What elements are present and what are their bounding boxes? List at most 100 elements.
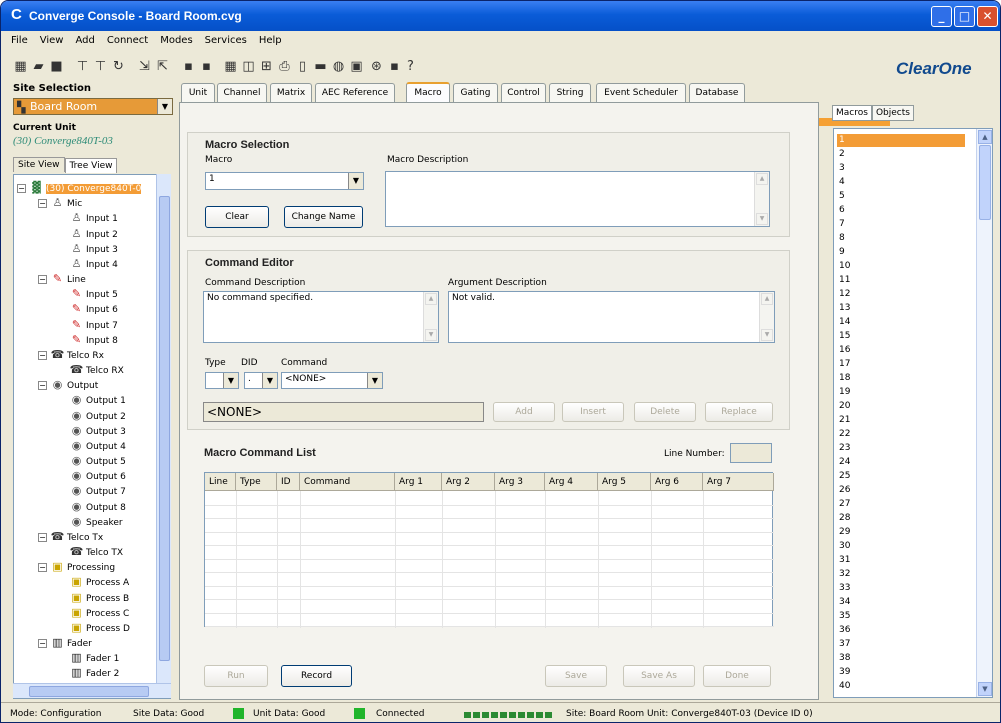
run-button[interactable]: Run (204, 665, 268, 687)
command-description-scrollbar[interactable]: ▲ ▼ (423, 292, 438, 342)
chevron-down-icon[interactable]: ▼ (348, 173, 363, 189)
collapse-icon[interactable]: − (17, 184, 26, 193)
filter-icon[interactable]: ⊤ (93, 59, 108, 74)
save-as-button[interactable]: Save As (623, 665, 695, 687)
tree-node[interactable]: ◉ Output 6 (69, 470, 126, 483)
tree-node[interactable]: − ☎ Telco Rx (38, 348, 104, 362)
tree-node[interactable]: − ▥ Fader (38, 637, 92, 650)
delete-button[interactable]: Delete (634, 402, 696, 422)
macro-list-item[interactable]: 6 (837, 204, 965, 217)
save-button[interactable]: Save (545, 665, 607, 687)
menu-connect[interactable]: Connect (107, 35, 148, 46)
column-header[interactable]: Arg 3 (495, 473, 545, 491)
scroll-down-icon[interactable]: ▼ (978, 682, 992, 696)
chevron-down-icon[interactable]: ▼ (262, 373, 277, 388)
column-header[interactable]: Arg 2 (442, 473, 495, 491)
tab-macro[interactable]: Macro (406, 82, 450, 103)
tab-objects[interactable]: Objects (871, 105, 914, 121)
tree-vertical-scrollbar[interactable] (156, 174, 171, 684)
grid-icon[interactable]: ▦ (13, 59, 28, 74)
command-select[interactable]: <NONE> ▼ (281, 372, 383, 389)
tab-string[interactable]: String (549, 83, 591, 102)
macro-list-item[interactable]: 31 (837, 554, 965, 567)
filter-icon[interactable]: ⊤ (75, 59, 90, 74)
macro-list-item[interactable]: 24 (837, 456, 965, 469)
matrix-icon[interactable]: ▦ (223, 59, 238, 74)
tree-node[interactable]: ♙ Input 2 (69, 227, 118, 241)
menu-help[interactable]: Help (259, 35, 282, 46)
display-icon[interactable]: ▣ (349, 59, 364, 74)
column-header[interactable]: Arg 1 (395, 473, 442, 491)
tree-node[interactable]: ◉ Output 7 (69, 485, 126, 498)
tab-event-scheduler[interactable]: Event Scheduler (596, 83, 686, 102)
macro-list-item[interactable]: 32 (837, 568, 965, 581)
tree-horizontal-scrollbar[interactable] (13, 683, 171, 698)
tab-unit[interactable]: Unit (181, 83, 215, 102)
tree-node[interactable]: ◉ Output 3 (69, 424, 126, 438)
macro-select[interactable]: 1 ▼ (205, 172, 364, 190)
tree-node[interactable]: ♙ Input 3 (69, 242, 118, 256)
macro-list-item[interactable]: 16 (837, 344, 965, 357)
record-button[interactable]: Record (281, 665, 352, 687)
column-header[interactable]: ID (277, 473, 300, 491)
tree-node[interactable]: − ♙ Mic (38, 197, 82, 210)
status-icon[interactable]: ▪ (387, 59, 402, 74)
chevron-down-icon[interactable]: ▼ (367, 373, 382, 388)
macro-list-item[interactable]: 18 (837, 372, 965, 385)
command-description-field[interactable]: No command specified. ▲ ▼ (203, 291, 439, 343)
macro-list-item[interactable]: 28 (837, 512, 965, 525)
macro-list-item[interactable]: 3 (837, 162, 965, 175)
tree-node[interactable]: ♙ Input 1 (69, 212, 118, 225)
macro-list-item[interactable]: 33 (837, 582, 965, 595)
tab-aec-reference[interactable]: AEC Reference (315, 83, 395, 102)
tree-node[interactable]: ▣ Process A (69, 576, 129, 589)
line-number-field[interactable] (730, 443, 772, 463)
tree-node[interactable]: ◉ Output 4 (69, 439, 126, 453)
import-icon[interactable]: ⇱ (155, 59, 170, 74)
macro-list-item[interactable]: 8 (837, 232, 965, 245)
collapse-icon[interactable]: − (38, 381, 47, 391)
refresh-icon[interactable]: ↻ (111, 59, 126, 74)
macro-list-item[interactable]: 40 (837, 680, 965, 693)
collapse-icon[interactable]: − (38, 199, 47, 209)
tab-matrix[interactable]: Matrix (270, 83, 312, 102)
macro-list-item[interactable]: 23 (837, 442, 965, 455)
minimize-button[interactable]: _ (931, 6, 952, 27)
tree-node[interactable]: ◉ Output 5 (69, 455, 126, 468)
book-icon[interactable]: ◫ (241, 59, 256, 74)
macro-list-item[interactable]: 37 (837, 638, 965, 651)
tab-gating[interactable]: Gating (453, 83, 498, 102)
collapse-icon[interactable]: − (38, 563, 47, 573)
tab-database[interactable]: Database (689, 83, 745, 102)
macro-list-item[interactable]: 36 (837, 624, 965, 637)
macro-list-item[interactable]: 22 (837, 428, 965, 441)
did-select[interactable]: . ▼ (244, 372, 278, 389)
network-icon[interactable]: ⊞ (259, 59, 274, 74)
macro-list-item[interactable]: 34 (837, 596, 965, 609)
tab-control[interactable]: Control (501, 83, 546, 102)
column-header[interactable]: Line (205, 473, 236, 491)
help-icon[interactable]: ? (403, 59, 418, 74)
argument-description-scrollbar[interactable]: ▲ ▼ (759, 292, 774, 342)
macro-list[interactable]: ▲ ▼ 1 2 3 4 5 6 7 8 9 10 11 12 13 14 15 16 17 18 19 20 21 22 23… (833, 128, 993, 698)
tree-node[interactable]: ▥ Fader 2 (69, 667, 119, 680)
clear-button[interactable]: Clear (205, 206, 269, 228)
menu-modes[interactable]: Modes (160, 35, 192, 46)
site-selection-dropdown[interactable]: ▚ Board Room ▼ (13, 98, 173, 115)
tree-node[interactable]: ☎ Telco RX (69, 364, 124, 377)
tab-channel[interactable]: Channel (217, 83, 267, 102)
tree-node[interactable]: − ✎ Line (38, 273, 86, 286)
tree-node[interactable]: ☎ Telco TX (69, 546, 123, 559)
macro-list-item[interactable]: 12 (837, 288, 965, 301)
tab-macros[interactable]: Macros (832, 105, 872, 121)
tree-node[interactable]: − ▣ Processing (38, 561, 115, 574)
tree-node[interactable]: ▣ Process D (69, 621, 130, 635)
macro-list-item[interactable]: 27 (837, 498, 965, 511)
macro-list-item[interactable]: 19 (837, 386, 965, 399)
macro-list-item[interactable]: 29 (837, 526, 965, 539)
tree-node[interactable]: ♙ Input 4 (69, 257, 118, 271)
command-list-table[interactable]: Line Type ID Command Arg 1 Arg 2 Arg 3 Arg 4 Arg… (204, 472, 774, 628)
menu-services[interactable]: Services (205, 35, 247, 46)
macro-list-item[interactable]: 7 (837, 218, 965, 231)
replace-button[interactable]: Replace (705, 402, 773, 422)
